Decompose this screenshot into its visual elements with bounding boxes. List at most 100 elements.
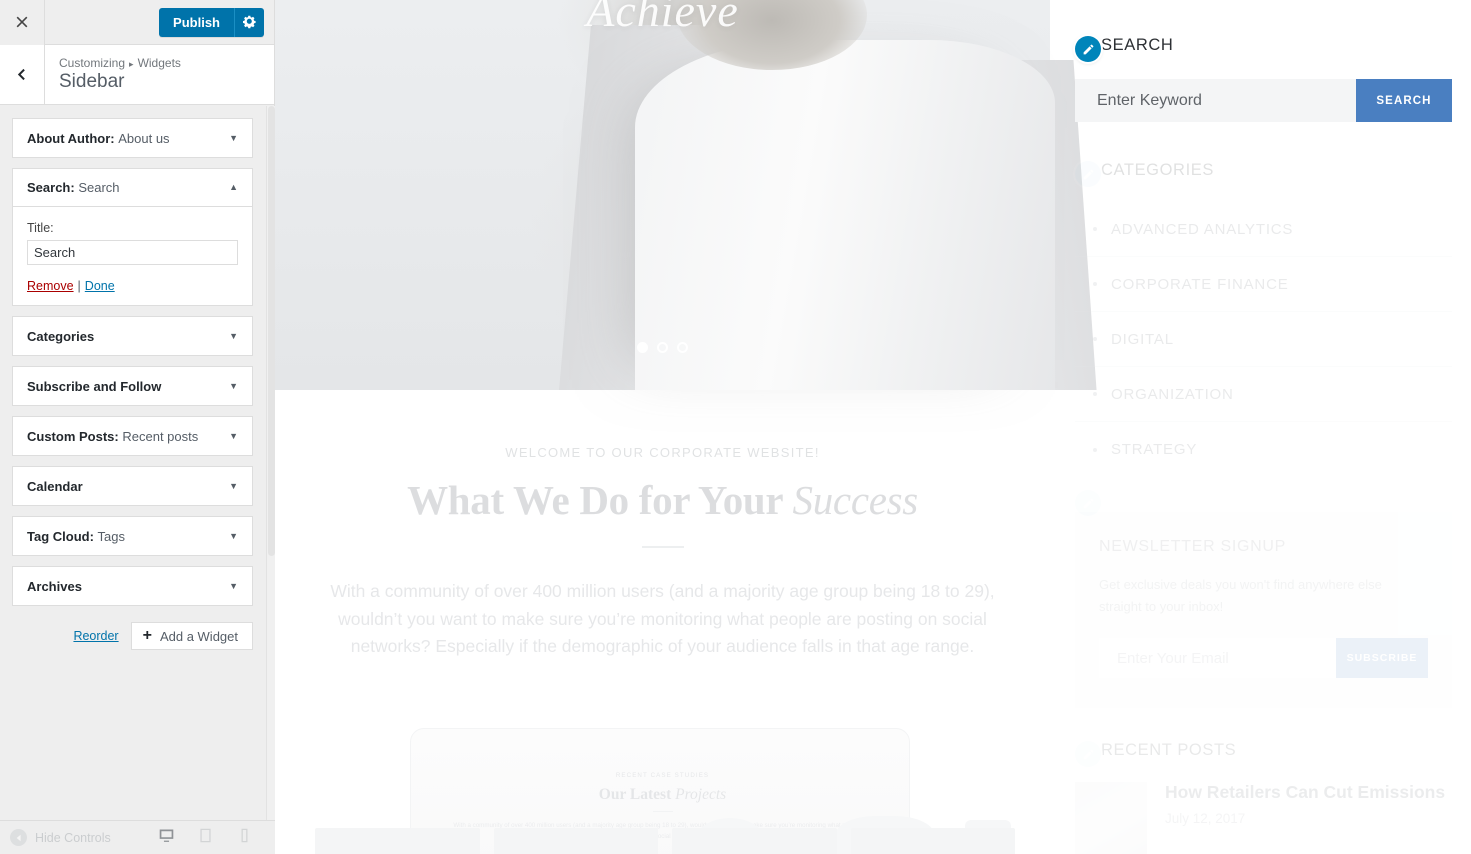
hero-title: Achieve — [586, 0, 739, 36]
search-submit-button[interactable]: SEARCH — [1356, 79, 1452, 122]
category-item[interactable]: ADVANCED ANALYTICS — [1075, 202, 1452, 257]
widget-header[interactable]: Categories ▼ — [13, 317, 252, 355]
hide-controls-label: Hide Controls — [35, 830, 111, 845]
hero-slider-dots[interactable] — [275, 342, 1050, 353]
widget-label: Subscribe and Follow — [27, 379, 161, 394]
widget-type-name: Custom Posts — [27, 428, 115, 444]
widget-label: Custom Posts: Recent posts — [27, 428, 199, 444]
widget-header[interactable]: Search: Search ▲ — [13, 169, 252, 207]
widget-type-name: Subscribe and Follow — [27, 378, 162, 394]
hero-dot-2[interactable] — [657, 342, 668, 353]
recent-posts-heading: RECENT POSTS — [1101, 741, 1237, 759]
widget-about-author: About Author: About us ▼ — [12, 118, 253, 158]
welcome-eyebrow: Welcome to our corporate website! — [505, 445, 820, 460]
widget-header[interactable]: Custom Posts: Recent posts ▼ — [13, 417, 252, 455]
breadcrumb-root: Customizing — [59, 56, 126, 70]
chevron-down-icon[interactable]: ▼ — [229, 481, 238, 491]
widget-instance-title: Recent posts — [122, 428, 199, 444]
pencil-edit-icon[interactable] — [1075, 741, 1101, 767]
publish-button[interactable]: Publish — [159, 7, 234, 37]
categories-widget-heading: CATEGORIES — [1101, 161, 1214, 179]
done-link[interactable]: Done — [85, 279, 115, 293]
category-item[interactable]: DIGITAL — [1075, 312, 1452, 367]
welcome-body: With a community of over 400 million use… — [330, 581, 995, 657]
chevron-up-icon[interactable]: ▲ — [229, 183, 238, 192]
action-separator: | — [77, 279, 81, 293]
hero-dot-3[interactable] — [677, 342, 688, 353]
project-thumbnail[interactable] — [672, 828, 837, 854]
desktop-icon — [159, 829, 174, 842]
recent-post-title[interactable]: How Retailers Can Cut Emissions — [1165, 782, 1445, 804]
widget-header[interactable]: Subscribe and Follow ▼ — [13, 367, 252, 405]
plus-icon: + — [142, 627, 152, 644]
pencil-edit-icon[interactable] — [1075, 161, 1101, 187]
panel-scrollbar-thumb[interactable] — [268, 106, 275, 556]
chevron-down-icon[interactable]: ▼ — [229, 331, 238, 341]
category-item[interactable]: ORGANIZATION — [1075, 367, 1452, 422]
category-item[interactable]: STRATEGY — [1075, 422, 1452, 477]
widget-instance-title: About us — [118, 130, 170, 146]
customizer-screen: Achieve Welcome to our corporate website… — [0, 0, 1471, 854]
panel-scrollbar[interactable] — [266, 106, 275, 820]
chevron-down-icon[interactable]: ▼ — [229, 531, 238, 541]
widget-list-footer: Reorder + Add a Widget — [0, 616, 265, 650]
projects-divider — [652, 811, 673, 812]
search-input[interactable] — [1075, 79, 1356, 122]
widget-label: Categories — [27, 329, 94, 344]
title-field-input[interactable] — [27, 240, 238, 265]
publish-settings-button[interactable] — [234, 7, 264, 37]
device-preview-switcher — [158, 827, 265, 849]
preview-mobile-button[interactable] — [236, 827, 253, 849]
widget-action-links: Remove | Done — [27, 279, 238, 293]
hero-shirt — [635, 40, 1055, 390]
preview-desktop-button[interactable] — [158, 827, 175, 849]
widget-type-name: Calendar — [27, 478, 83, 494]
category-item[interactable]: CORPORATE FINANCE — [1075, 257, 1452, 312]
widget-label: Calendar — [27, 479, 83, 494]
title-field-label: Title: — [27, 221, 54, 235]
back-button[interactable] — [0, 45, 45, 104]
project-thumbnail[interactable] — [850, 828, 1015, 854]
preview-tablet-button[interactable] — [197, 827, 214, 849]
mobile-icon — [241, 828, 248, 842]
preview-sidebar: SEARCH SEARCH CATEGORIES ADVANCED ANALYT… — [1075, 0, 1471, 854]
chevron-down-icon[interactable]: ▼ — [229, 133, 238, 143]
breadcrumb-separator-icon: ▸ — [129, 59, 134, 69]
newsletter-email-input[interactable] — [1099, 638, 1336, 679]
pencil-edit-icon[interactable] — [1075, 490, 1101, 516]
welcome-headline: What We Do for Your Success — [275, 476, 1050, 524]
close-customizer-button[interactable] — [0, 0, 45, 45]
widget-type-name: Categories — [27, 328, 95, 344]
publish-group: Publish — [159, 7, 264, 37]
pencil-edit-icon[interactable] — [1075, 36, 1101, 62]
widget-header[interactable]: Calendar ▼ — [13, 467, 252, 505]
recent-post-item[interactable]: How Retailers Can Cut Emissions July 12,… — [1075, 782, 1471, 854]
project-thumbnail[interactable] — [493, 828, 658, 854]
chevron-down-icon[interactable]: ▼ — [229, 431, 238, 441]
projects-eyebrow: Recent case studies — [615, 772, 710, 779]
add-widget-button[interactable]: + Add a Widget — [130, 622, 253, 650]
newsletter-form: SUBSCRIBE — [1099, 638, 1428, 679]
breadcrumb: Customizing ▸ Widgets — [59, 56, 181, 70]
chevron-down-icon[interactable]: ▼ — [229, 381, 238, 391]
newsletter-subscribe-button[interactable]: SUBSCRIBE — [1336, 638, 1428, 679]
widget-type-name: Archives — [27, 578, 82, 594]
widget-label: Search: Search — [27, 180, 120, 195]
reorder-link[interactable]: Reorder — [73, 629, 118, 643]
hero-slider: Achieve — [275, 0, 1097, 390]
hide-controls-button[interactable]: Hide Controls — [10, 829, 111, 846]
add-widget-label: Add a Widget — [159, 628, 238, 644]
hero-dot-1[interactable] — [637, 342, 648, 353]
site-preview-pane: Achieve Welcome to our corporate website… — [275, 0, 1471, 854]
widget-label: Tag Cloud: Tags — [27, 528, 126, 544]
widget-header[interactable]: Archives ▼ — [13, 567, 252, 605]
remove-widget-link[interactable]: Remove — [27, 279, 74, 293]
recent-post-thumbnail — [1075, 782, 1147, 854]
chevron-down-icon[interactable]: ▼ — [229, 581, 238, 591]
widget-search: Search: Search ▲ Title: Remove| Done — [12, 168, 253, 306]
widget-tag-cloud: Tag Cloud: Tags ▼ — [12, 516, 253, 556]
widget-header[interactable]: About Author: About us ▼ — [13, 119, 252, 157]
widget-archives: Archives ▼ — [12, 566, 253, 606]
project-thumbnail[interactable] — [315, 828, 480, 854]
widget-header[interactable]: Tag Cloud: Tags ▼ — [13, 517, 252, 555]
